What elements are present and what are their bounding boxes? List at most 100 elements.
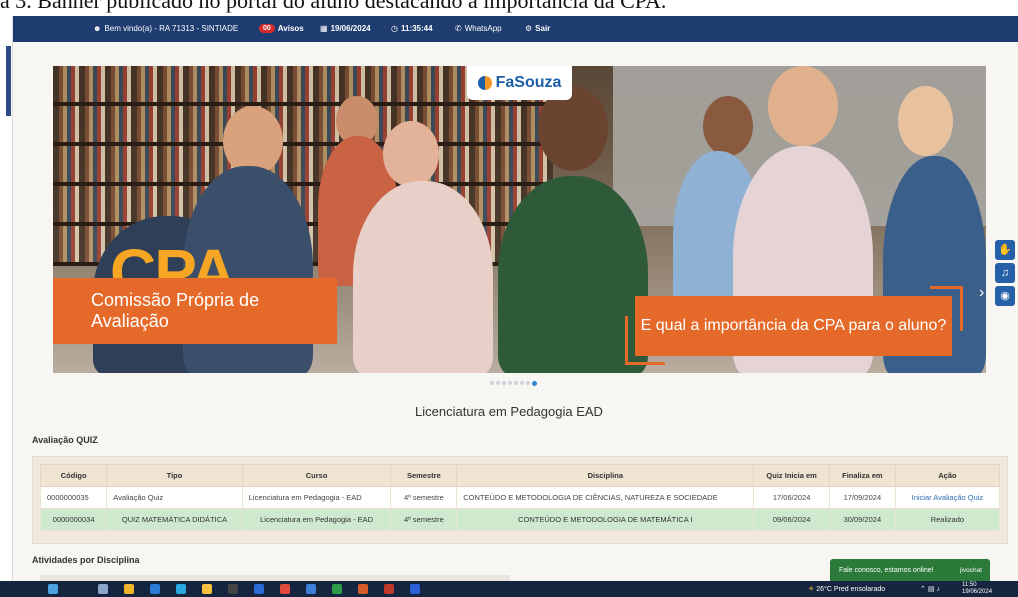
excel-icon[interactable] <box>332 584 342 594</box>
start-icon[interactable] <box>48 584 58 594</box>
sun-icon: ☀ <box>808 586 815 593</box>
activities-section-title: Atividades por Disciplina <box>32 555 140 565</box>
col-header-acao: Ação <box>894 464 1001 487</box>
photo-student-head <box>768 66 838 146</box>
top-navbar: ☻ Bem vindo(a) - RA 71313 - SINTIADE 00 … <box>13 16 1018 42</box>
table-header-row: Código Tipo Curso Semestre Disciplina Qu… <box>39 464 1001 487</box>
task-view-icon[interactable] <box>98 584 108 594</box>
figure-caption: a 3. Banner publicado no portal do aluno… <box>0 0 1018 16</box>
cell-disciplina: CONTEÚDO E METODOLOGIA DE CIÊNCIAS, NATU… <box>456 486 755 509</box>
col-header-fim: Finaliza em <box>828 464 896 487</box>
cell-fim: 30/09/2024 <box>828 508 896 531</box>
fasouza-logo-icon <box>477 76 492 90</box>
banner-subtitle: Comissão Própria de Avaliação <box>53 278 337 344</box>
left-frame <box>0 16 13 581</box>
col-header-curso: Curso <box>241 464 392 487</box>
course-title: Licenciatura em Pedagogia EAD <box>415 404 603 419</box>
date-display: ▦ 19/06/2024 <box>320 24 371 33</box>
carousel-indicators <box>490 381 537 386</box>
carousel-next-arrow[interactable]: › <box>979 284 984 302</box>
weather-widget[interactable]: ☀ 26°C Pred ensolarado <box>808 585 885 593</box>
volume-icon[interactable]: ♪ <box>936 586 940 593</box>
photo-student-head <box>703 96 753 156</box>
carousel-dot[interactable] <box>520 381 524 385</box>
chat-message: Fale conosco, estamos online! <box>839 566 934 574</box>
file-explorer-icon[interactable] <box>124 584 134 594</box>
photo-student-head <box>383 121 439 187</box>
cell-acao: Iniciar Avaliação Quiz <box>894 486 1001 509</box>
col-header-inicio: Quiz Inicia em <box>753 464 830 487</box>
welcome-user: ☻ Bem vindo(a) - RA 71313 - SINTIADE <box>93 24 238 33</box>
cell-tipo: Avaliação Quiz <box>106 486 243 509</box>
calendar-icon: ▦ <box>320 24 328 33</box>
system-clock[interactable]: 11:50 19/06/2024 <box>962 582 992 596</box>
app-icon[interactable] <box>306 584 316 594</box>
notices-link[interactable]: 00 Avisos <box>259 24 304 33</box>
time-text: 11:35:44 <box>400 24 433 33</box>
col-header-disciplina: Disciplina <box>456 464 755 487</box>
terminal-icon[interactable] <box>228 584 238 594</box>
welcome-text: Bem vindo(a) - RA 71313 - SINTIADE <box>104 24 239 33</box>
notices-label: Avisos <box>277 24 304 33</box>
start-quiz-link[interactable]: Iniciar Avaliação Quiz <box>912 493 984 502</box>
col-header-codigo: Código <box>39 464 108 487</box>
logout-link[interactable]: ⚙ Sair <box>525 24 550 33</box>
whatsapp-icon: ✆ <box>455 24 462 33</box>
cell-fim: 17/09/2024 <box>828 486 896 509</box>
table-row: 0000000035 Avaliação Quiz Licenciatura e… <box>39 486 1001 509</box>
notices-badge: 00 <box>259 24 275 33</box>
whatsapp-link[interactable]: ✆ WhatsApp <box>455 24 502 33</box>
cell-semestre: 4º semestre <box>390 508 458 531</box>
clock-icon: ◷ <box>391 24 398 33</box>
cell-semestre: 4º semestre <box>390 486 458 509</box>
carousel-dot[interactable] <box>514 381 518 385</box>
tray-icons[interactable]: ⌃ ▤ ♪ <box>920 585 940 593</box>
windows-taskbar: ☀ 26°C Pred ensolarado ⌃ ▤ ♪ 11:50 19/06… <box>0 581 1018 597</box>
network-icon[interactable]: ▤ <box>928 586 935 593</box>
date-text: 19/06/2024 <box>330 24 371 33</box>
table-row: 0000000034 QUIZ MATEMÁTICA DIDÁTICA Lice… <box>39 508 1001 531</box>
cell-tipo: QUIZ MATEMÁTICA DIDÁTICA <box>106 508 243 531</box>
carousel-dot[interactable] <box>508 381 512 385</box>
cell-curso: Licenciatura em Pedagogia - EAD <box>241 508 392 531</box>
banner-decoration-line <box>930 286 963 289</box>
word-icon[interactable] <box>410 584 420 594</box>
cell-curso: Licenciatura em Pedagogia - EAD <box>241 486 392 509</box>
visibility-icon[interactable]: ◉ <box>995 286 1015 306</box>
carousel-dot[interactable] <box>490 381 494 385</box>
logout-label: Sair <box>535 24 551 33</box>
photo-student-head <box>898 86 953 156</box>
quiz-table: Código Tipo Curso Semestre Disciplina Qu… <box>39 464 1001 531</box>
teams-icon[interactable] <box>254 584 264 594</box>
banner-decoration-line <box>625 362 665 365</box>
cell-codigo: 0000000035 <box>39 486 108 509</box>
cell-acao-status: Realizado <box>894 508 1001 531</box>
cell-inicio: 17/06/2024 <box>753 486 830 509</box>
col-header-semestre: Semestre <box>390 464 458 487</box>
clock-time: 11:50 <box>962 582 977 588</box>
chevron-up-icon[interactable]: ⌃ <box>920 586 926 593</box>
power-icon: ⚙ <box>525 24 533 33</box>
folder-icon[interactable] <box>202 584 212 594</box>
quiz-section-title: Avaliação QUIZ <box>32 435 98 445</box>
mail-icon[interactable] <box>150 584 160 594</box>
accessibility-toolbar: ✋ ♫ ◉ <box>995 240 1017 309</box>
carousel-dot[interactable] <box>496 381 500 385</box>
carousel-dot[interactable] <box>526 381 530 385</box>
col-header-tipo: Tipo <box>106 464 243 487</box>
audio-reader-icon[interactable]: ♫ <box>995 263 1015 283</box>
chrome-icon[interactable] <box>280 584 290 594</box>
banner-question: E qual a importância da CPA para o aluno… <box>635 296 952 356</box>
chat-widget[interactable]: Fale conosco, estamos online! jivochat <box>830 559 990 581</box>
pdf-icon[interactable] <box>384 584 394 594</box>
cell-inicio: 09/06/2024 <box>753 508 830 531</box>
banner-decoration-line <box>960 286 963 331</box>
edge-icon[interactable] <box>176 584 186 594</box>
carousel-dot[interactable] <box>502 381 506 385</box>
powerpoint-icon[interactable] <box>358 584 368 594</box>
user-icon: ☻ <box>93 24 102 33</box>
sign-language-icon[interactable]: ✋ <box>995 240 1015 260</box>
whatsapp-label: WhatsApp <box>464 24 502 33</box>
carousel-dot[interactable] <box>532 381 537 386</box>
clock-date: 19/06/2024 <box>962 589 993 595</box>
